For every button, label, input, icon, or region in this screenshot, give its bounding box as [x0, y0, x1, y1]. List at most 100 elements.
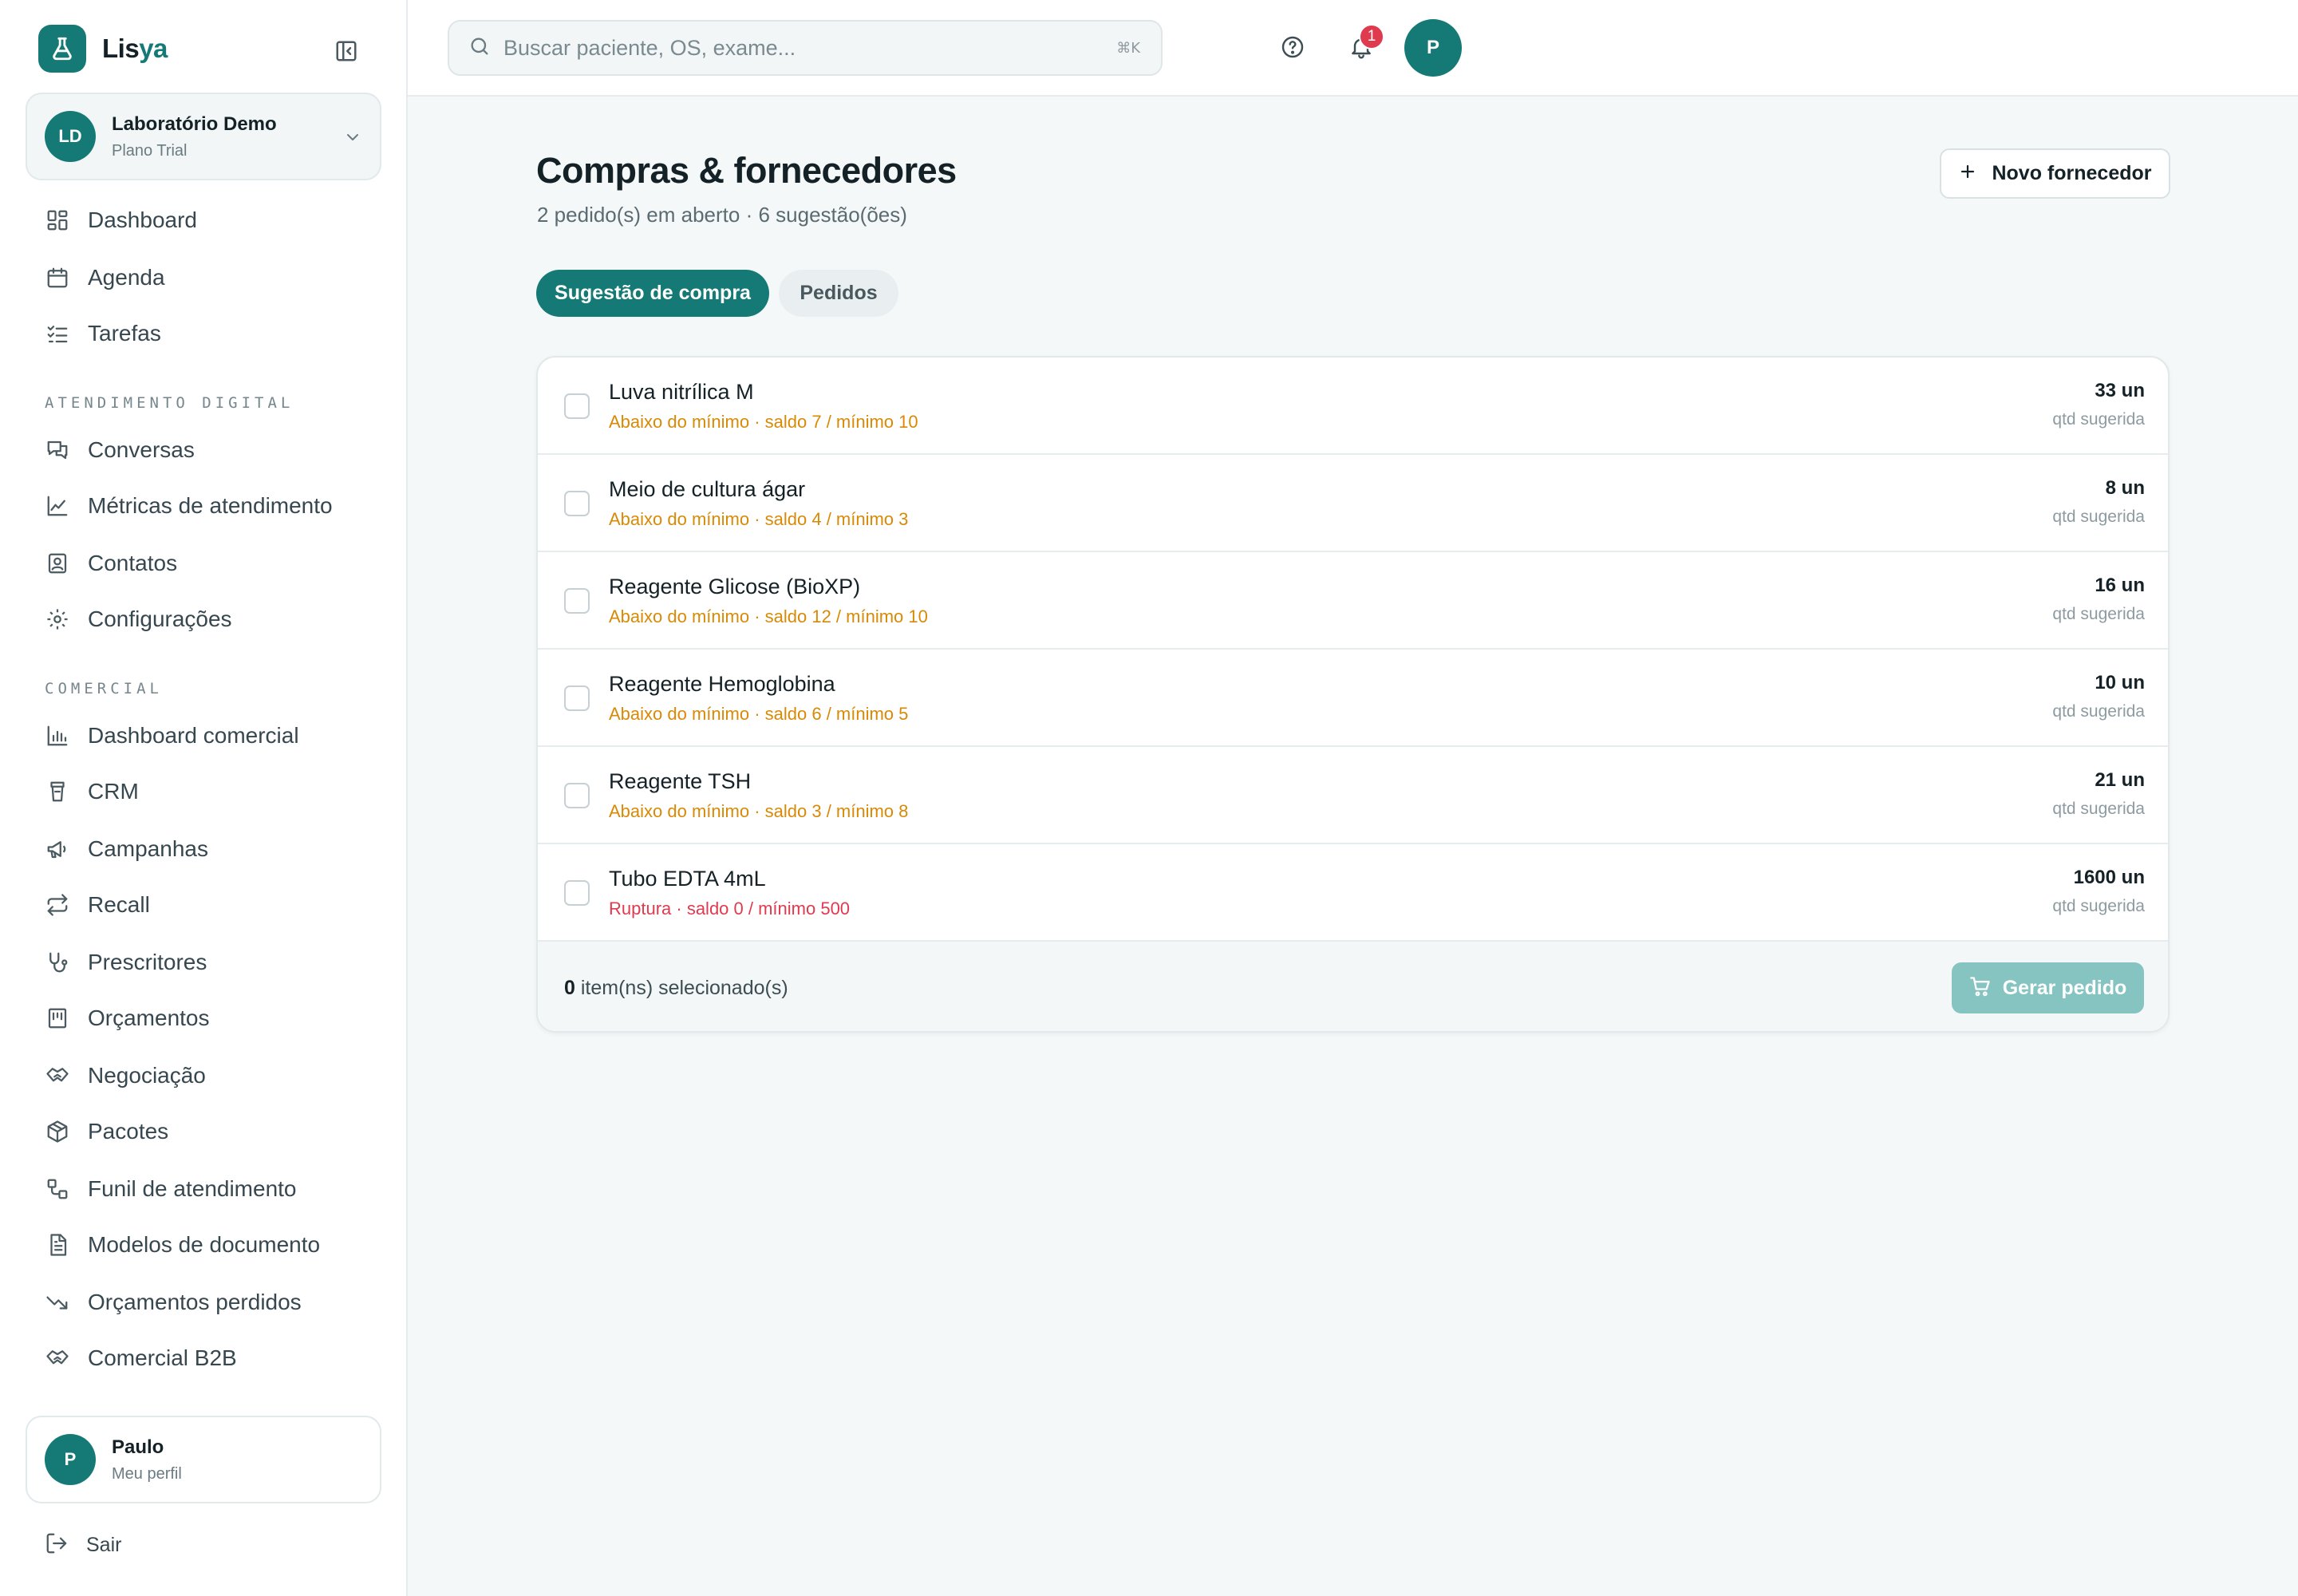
row-checkbox[interactable] [564, 685, 590, 711]
sidebar-item-label: Pacotes [88, 1119, 169, 1144]
list-item[interactable]: Reagente Glicose (BioXP) Abaixo do mínim… [538, 552, 2168, 650]
trend-down-icon [45, 1290, 70, 1315]
profile-avatar: P [45, 1434, 96, 1485]
item-qty: 33 un [2095, 380, 2145, 401]
flow-icon [45, 1176, 70, 1202]
sidebar-item-recall[interactable]: Recall [26, 883, 381, 927]
tab-sugestao-de-compra[interactable]: Sugestão de compra [536, 270, 769, 317]
notification-badge: 1 [1359, 24, 1384, 49]
row-checkbox[interactable] [564, 491, 590, 516]
sidebar: Lisya LD Laboratório Demo Plano Trial Da… [0, 0, 408, 1596]
new-supplier-button[interactable]: Novo fornecedor [1940, 148, 2170, 199]
profile-card[interactable]: P Paulo Meu perfil [26, 1416, 381, 1503]
item-qty: 10 un [2095, 672, 2145, 693]
sidebar-item-label: CRM [88, 779, 139, 804]
sidebar-item-metricas[interactable]: Métricas de atendimento [26, 484, 381, 528]
profile-link: Meu perfil [112, 1464, 182, 1483]
receipt-icon [45, 1005, 70, 1031]
list-item[interactable]: Reagente TSH Abaixo do mínimo · saldo 3 … [538, 747, 2168, 844]
sidebar-item-dashboard[interactable]: Dashboard [26, 198, 381, 243]
item-status: Abaixo do mínimo · saldo 12 / mínimo 10 [609, 606, 928, 626]
section-heading-atendimento: ATENDIMENTO DIGITAL [45, 394, 294, 412]
bar-chart-icon [45, 723, 70, 749]
sidebar-item-label: Comercial B2B [88, 1345, 237, 1370]
app-name: Lisya [102, 34, 168, 63]
sidebar-item-agenda[interactable]: Agenda [26, 255, 381, 300]
section-heading-comercial: COMERCIAL [45, 680, 163, 697]
row-checkbox[interactable] [564, 783, 590, 808]
profile-name: Paulo [112, 1436, 164, 1458]
search-shortcut: ⌘K [1116, 39, 1140, 57]
brand[interactable]: Lisya [38, 25, 168, 73]
sidebar-item-label: Dashboard comercial [88, 723, 299, 748]
row-checkbox[interactable] [564, 393, 590, 419]
sidebar-item-label: Agenda [88, 265, 165, 290]
sidebar-item-conversas[interactable]: Conversas [26, 428, 381, 472]
cup-icon [45, 779, 70, 804]
list-item[interactable]: Reagente Hemoglobina Abaixo do mínimo · … [538, 650, 2168, 747]
logout-icon [45, 1531, 69, 1559]
sidebar-item-funil[interactable]: Funil de atendimento [26, 1167, 381, 1211]
sidebar-item-negociacao[interactable]: Negociação [26, 1053, 381, 1098]
sidebar-item-contatos[interactable]: Contatos [26, 541, 381, 586]
search-icon [468, 35, 491, 61]
row-checkbox[interactable] [564, 880, 590, 906]
list-item[interactable]: Luva nitrílica M Abaixo do mínimo · sald… [538, 358, 2168, 455]
search-input[interactable]: Buscar paciente, OS, exame... ⌘K [448, 20, 1163, 76]
selection-footer: 0 item(ns) selecionado(s) Gerar pedido [538, 942, 2168, 1031]
sidebar-item-orcamentos[interactable]: Orçamentos [26, 996, 381, 1041]
sidebar-item-label: Conversas [88, 437, 195, 462]
repeat-icon [45, 892, 70, 918]
item-qty: 21 un [2095, 769, 2145, 791]
list-item[interactable]: Tubo EDTA 4mL Ruptura · saldo 0 / mínimo… [538, 844, 2168, 942]
handshake-icon [45, 1345, 70, 1371]
item-name: Meio de cultura ágar [609, 477, 806, 501]
sidebar-item-configuracoes[interactable]: Configurações [26, 597, 381, 642]
sidebar-item-label: Negociação [88, 1063, 206, 1088]
sidebar-item-tarefas[interactable]: Tarefas [26, 311, 381, 356]
sidebar-item-label: Recall [88, 892, 150, 917]
sidebar-item-dashboard-comercial[interactable]: Dashboard comercial [26, 713, 381, 758]
top-bar: Buscar paciente, OS, exame... ⌘K 1 P [408, 0, 2298, 97]
item-name: Reagente TSH [609, 769, 752, 793]
checklist-icon [45, 321, 70, 346]
organization-name: Laboratório Demo [112, 113, 277, 135]
item-status: Abaixo do mínimo · saldo 7 / mínimo 10 [609, 412, 918, 432]
item-name: Tubo EDTA 4mL [609, 867, 766, 891]
item-status: Abaixo do mínimo · saldo 6 / mínimo 5 [609, 704, 909, 724]
item-name: Luva nitrílica M [609, 380, 754, 404]
sidebar-item-label: Configurações [88, 606, 232, 631]
generate-order-button[interactable]: Gerar pedido [1952, 962, 2144, 1013]
logout-button[interactable]: Sair [45, 1529, 121, 1561]
sidebar-item-crm[interactable]: CRM [26, 769, 381, 814]
collapse-sidebar-icon[interactable] [330, 35, 362, 67]
cart-icon [1969, 975, 1992, 1001]
page-subtitle: 2 pedido(s) em aberto · 6 sugestão(ões) [537, 203, 907, 227]
tab-pedidos[interactable]: Pedidos [779, 270, 898, 317]
item-name: Reagente Glicose (BioXP) [609, 575, 861, 598]
organization-switcher[interactable]: LD Laboratório Demo Plano Trial [26, 93, 381, 180]
sidebar-item-label: Dashboard [88, 207, 197, 232]
item-qty: 1600 un [2073, 867, 2145, 888]
sidebar-item-comercial-b2b[interactable]: Comercial B2B [26, 1336, 381, 1381]
help-icon[interactable] [1276, 30, 1309, 64]
new-supplier-label: Novo fornecedor [1992, 162, 2152, 184]
tab-bar: Sugestão de compra Pedidos [536, 270, 898, 317]
sidebar-item-pacotes[interactable]: Pacotes [26, 1109, 381, 1154]
contact-card-icon [45, 551, 70, 576]
list-item[interactable]: Meio de cultura ágar Abaixo do mínimo · … [538, 455, 2168, 552]
sidebar-item-campanhas[interactable]: Campanhas [26, 827, 381, 871]
item-qty: 8 un [2105, 477, 2145, 499]
sidebar-item-orcamentos-perdidos[interactable]: Orçamentos perdidos [26, 1280, 381, 1325]
user-avatar[interactable]: P [1404, 19, 1462, 77]
sidebar-item-prescritores[interactable]: Prescritores [26, 940, 381, 985]
plus-icon [1958, 162, 1977, 185]
sidebar-item-label: Prescritores [88, 950, 207, 974]
sidebar-item-label: Métricas de atendimento [88, 493, 333, 518]
logout-label: Sair [86, 1533, 122, 1556]
stethoscope-icon [45, 950, 70, 975]
sidebar-item-modelos[interactable]: Modelos de documento [26, 1223, 381, 1267]
row-checkbox[interactable] [564, 588, 590, 614]
item-qty-label: qtd sugerida [2052, 605, 2145, 623]
organization-avatar: LD [45, 111, 96, 162]
